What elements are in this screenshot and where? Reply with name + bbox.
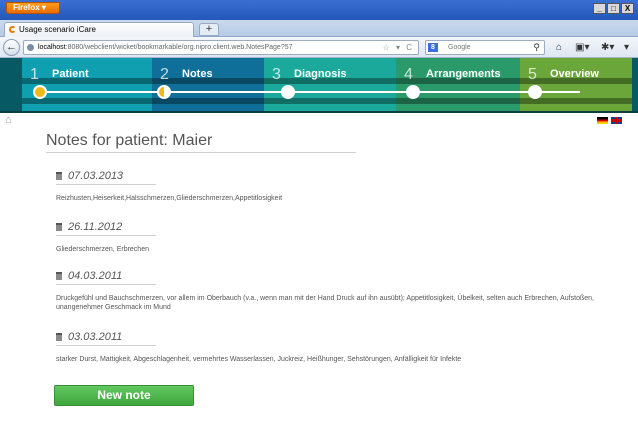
note-item: 07.03.2013 Reizhusten,Heiserkeit,Halssch…	[56, 170, 616, 202]
step-marker-overview	[528, 85, 542, 99]
close-button[interactable]: X	[621, 3, 634, 14]
note-text: starker Durst, Mattigkeit, Abgeschlagenh…	[56, 356, 462, 363]
note-text: Gliederschmerzen, Erbrechen	[56, 246, 149, 253]
window-controls: _ □ X	[593, 3, 634, 14]
trash-icon[interactable]	[56, 272, 62, 280]
url-bar[interactable]: localhost:8080/webclient/wicket/bookmark…	[23, 40, 419, 55]
menu-icon[interactable]: ▾	[624, 40, 629, 55]
step-number: 5	[528, 66, 537, 83]
url-path: :8080/webclient/wicket/bookmarkable/org.…	[65, 44, 293, 51]
step-number: 1	[30, 66, 39, 83]
note-text: Reizhusten,Heiserkeit,Halsschmerzen,Glie…	[56, 195, 283, 202]
wizard-progress: 1 Patient 2 Notes 3 Diagnosis 4 Arrangem…	[0, 58, 638, 113]
site-identity-icon	[27, 44, 34, 51]
english-flag-icon[interactable]	[611, 117, 622, 124]
wizard-progress-line	[40, 91, 580, 93]
note-item: 26.11.2012 Gliederschmerzen, Erbrechen	[56, 221, 616, 253]
trash-icon[interactable]	[56, 172, 62, 180]
back-button[interactable]: ←	[3, 39, 20, 56]
search-icon[interactable]: ⚲	[533, 41, 540, 54]
title-divider	[46, 152, 356, 153]
note-date: 07.03.2013	[68, 170, 124, 182]
note-divider	[56, 345, 156, 346]
addons-icon[interactable]: ✱▾	[601, 40, 614, 55]
bookmark-star-icon[interactable]: ☆ ▾ C	[383, 41, 414, 54]
note-date: 03.03.2011	[68, 331, 123, 343]
firefox-menu-button[interactable]: Firefox ▾	[6, 2, 60, 14]
step-label: Notes	[182, 68, 213, 80]
wizard-step-notes[interactable]: 2 Notes	[152, 58, 264, 113]
wizard-bottom-border	[0, 111, 638, 113]
note-divider	[56, 184, 156, 185]
step-label: Overview	[550, 68, 599, 80]
step-marker-patient	[33, 85, 47, 99]
step-number: 4	[404, 66, 413, 83]
trash-icon[interactable]	[56, 333, 62, 341]
german-flag-icon[interactable]	[597, 117, 608, 124]
url-host: localhost	[38, 44, 66, 51]
step-number: 3	[272, 66, 281, 83]
note-date: 26.11.2012	[68, 221, 123, 233]
window-titlebar: Firefox ▾ _ □ X	[0, 0, 638, 20]
tab-usage-scenario[interactable]: Usage scenario iCare	[4, 22, 194, 37]
step-label: Arrangements	[426, 68, 501, 80]
step-label: Diagnosis	[294, 68, 347, 80]
home-button-icon[interactable]: ⌂	[556, 40, 562, 55]
note-divider	[56, 235, 156, 236]
google-search-engine-icon[interactable]: 8	[428, 43, 438, 52]
trash-icon[interactable]	[56, 223, 62, 231]
step-marker-diagnosis	[281, 85, 295, 99]
step-marker-arrangements	[406, 85, 420, 99]
note-text: Druckgefühl und Bauchschmerzen, vor alle…	[56, 295, 594, 311]
search-input[interactable]: 8 Google ⚲	[425, 40, 545, 55]
new-note-button[interactable]: New note	[54, 385, 194, 406]
note-divider	[56, 284, 156, 285]
step-number: 2	[160, 66, 169, 83]
maximize-button[interactable]: □	[607, 3, 620, 14]
tab-bar: Usage scenario iCare +	[0, 20, 638, 37]
step-marker-notes	[157, 85, 171, 99]
search-placeholder: Google	[448, 44, 471, 51]
new-tab-button[interactable]: +	[199, 23, 219, 36]
tab-title: Usage scenario iCare	[19, 25, 96, 34]
step-label: Patient	[52, 68, 89, 80]
navigation-bar: ← localhost:8080/webclient/wicket/bookma…	[0, 37, 638, 58]
note-item: 04.03.2011 Druckgefühl und Bauchschmerze…	[56, 270, 616, 311]
minimize-button[interactable]: _	[593, 3, 606, 14]
note-date: 04.03.2011	[68, 270, 123, 282]
home-icon[interactable]: ⌂	[5, 114, 12, 126]
loading-icon	[9, 26, 16, 33]
bookmarks-menu-icon[interactable]: ▣▾	[575, 40, 589, 55]
page-title: Notes for patient: Maier	[46, 132, 213, 149]
note-item: 03.03.2011 starker Durst, Mattigkeit, Ab…	[56, 331, 616, 363]
